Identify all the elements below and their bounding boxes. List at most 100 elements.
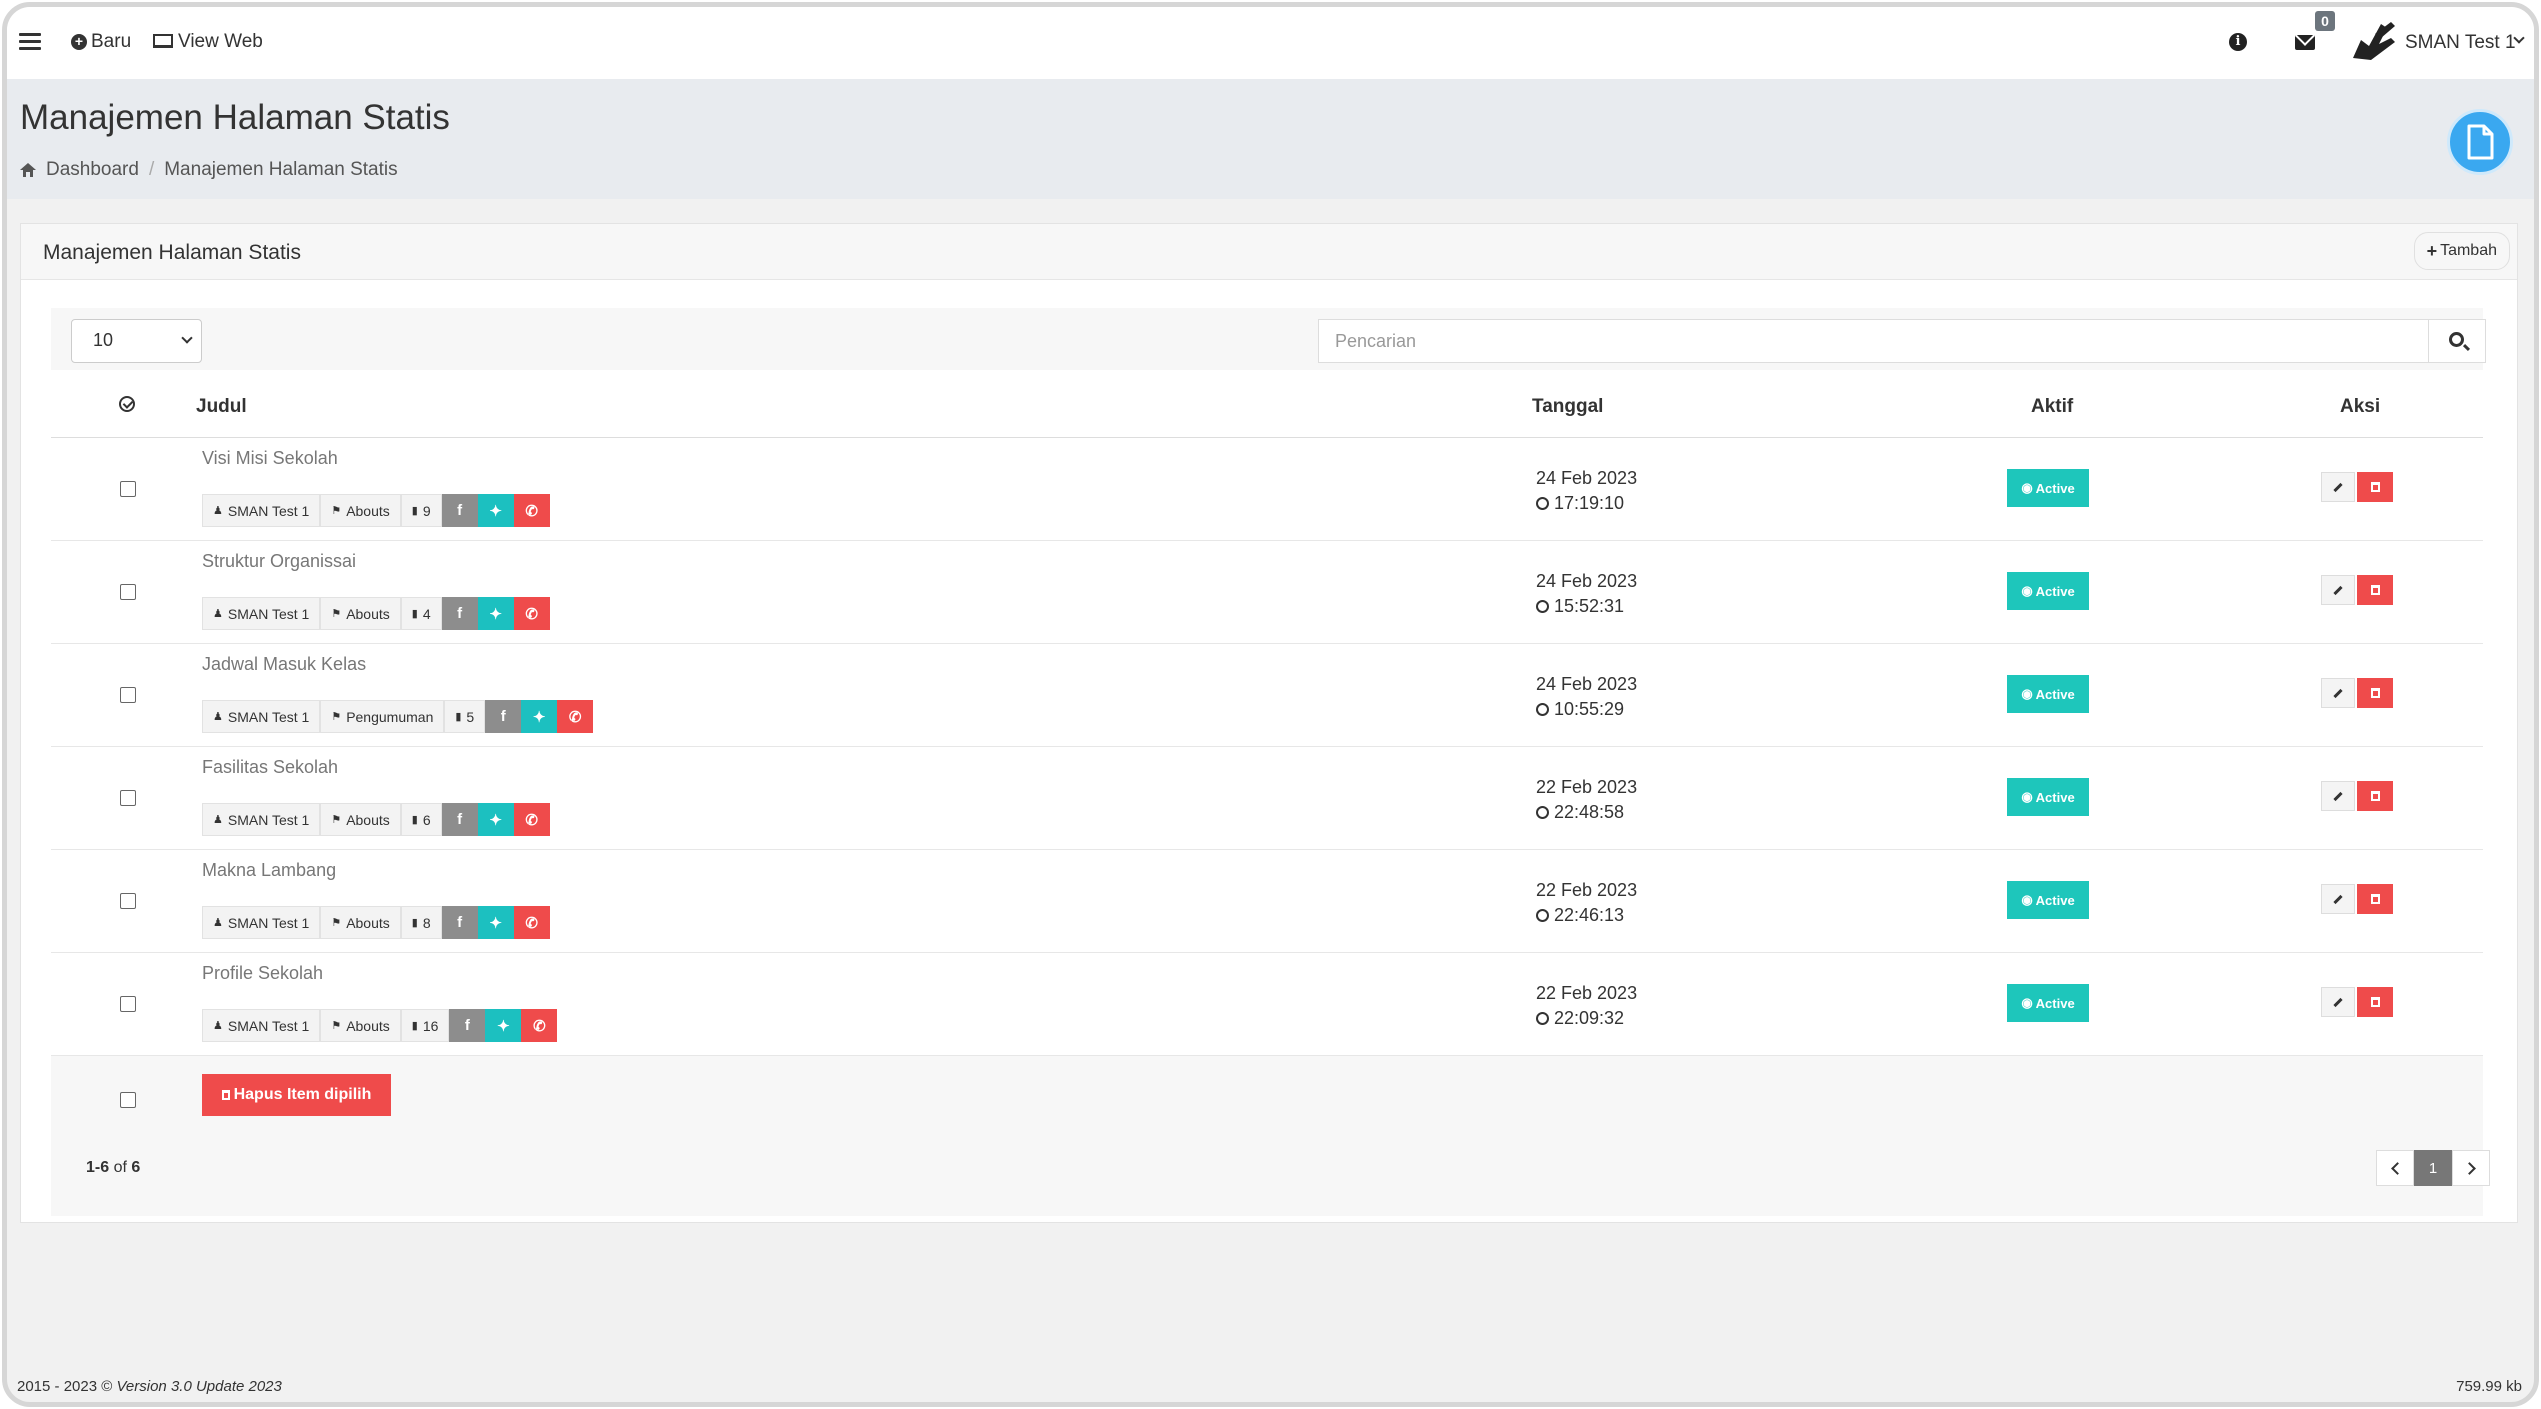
row-checkbox[interactable] bbox=[120, 790, 136, 806]
delete-button[interactable] bbox=[2357, 781, 2393, 811]
row-checkbox[interactable] bbox=[120, 687, 136, 703]
facebook-share-icon[interactable]: f bbox=[485, 700, 522, 733]
whatsapp-share-icon[interactable]: ✆ bbox=[513, 803, 550, 836]
page-title-link[interactable]: Struktur Organissai bbox=[202, 551, 356, 572]
user-name[interactable]: SMAN Test 1 bbox=[2405, 32, 2516, 54]
range-total: 6 bbox=[131, 1159, 141, 1176]
edit-button[interactable] bbox=[2321, 678, 2355, 708]
info-icon[interactable]: i bbox=[2229, 33, 2247, 51]
column-header-title[interactable]: Judul bbox=[196, 396, 247, 418]
whatsapp-share-icon[interactable]: ✆ bbox=[513, 906, 550, 939]
search-button[interactable] bbox=[2428, 319, 2486, 363]
edit-button[interactable] bbox=[2321, 575, 2355, 605]
facebook-share-icon[interactable]: f bbox=[441, 597, 478, 630]
row-checkbox[interactable] bbox=[120, 996, 136, 1012]
document-icon[interactable] bbox=[2447, 109, 2513, 175]
page-title-link[interactable]: Fasilitas Sekolah bbox=[202, 757, 338, 778]
twitter-share-icon[interactable]: ✦ bbox=[521, 700, 558, 733]
twitter-share-icon[interactable]: ✦ bbox=[477, 803, 514, 836]
time-wrap: 22:46:13 bbox=[1536, 903, 1637, 928]
page-title-link[interactable]: Visi Misi Sekolah bbox=[202, 448, 338, 469]
breadcrumb-current: Manajemen Halaman Statis bbox=[164, 159, 398, 180]
page-button-current[interactable]: 1 bbox=[2414, 1150, 2452, 1186]
whatsapp-share-icon[interactable]: ✆ bbox=[557, 700, 594, 733]
delete-button[interactable] bbox=[2357, 575, 2393, 605]
view-web-label: View Web bbox=[178, 31, 263, 52]
user-avatar[interactable] bbox=[2351, 20, 2397, 62]
row-checkbox[interactable] bbox=[120, 481, 136, 497]
delete-button[interactable] bbox=[2357, 884, 2393, 914]
category-tag: ⚑ Abouts bbox=[320, 494, 401, 527]
pencil-icon bbox=[2333, 585, 2343, 595]
eye-icon: ◉ bbox=[2021, 789, 2033, 804]
page-title-link[interactable]: Profile Sekolah bbox=[202, 963, 323, 984]
static-pages-panel: Manajemen Halaman Statis + Tambah 10 Jud… bbox=[20, 223, 2518, 1223]
category-tag: ⚑ Abouts bbox=[320, 597, 401, 630]
whatsapp-share-icon[interactable]: ✆ bbox=[521, 1009, 558, 1042]
whatsapp-share-icon[interactable]: ✆ bbox=[513, 597, 550, 630]
signal-icon: ▮ bbox=[455, 711, 462, 723]
category-tag: ⚑ Abouts bbox=[320, 1009, 401, 1042]
trash-icon bbox=[2370, 688, 2380, 698]
select-all-checkbox[interactable] bbox=[120, 1092, 136, 1108]
facebook-share-icon[interactable]: f bbox=[441, 906, 478, 939]
next-page-button[interactable] bbox=[2452, 1150, 2490, 1186]
active-status-button[interactable]: ◉ Active bbox=[2007, 675, 2089, 713]
signal-icon: ▮ bbox=[411, 814, 418, 826]
page-title-link[interactable]: Makna Lambang bbox=[202, 860, 336, 881]
column-header-date[interactable]: Tanggal bbox=[1532, 396, 1603, 418]
active-status-button[interactable]: ◉ Active bbox=[2007, 572, 2089, 610]
delete-button[interactable] bbox=[2357, 987, 2393, 1017]
author-name: SMAN Test 1 bbox=[227, 1017, 310, 1034]
author-tag: ♟ SMAN Test 1 bbox=[202, 906, 321, 939]
views-tag: ▮ 16 bbox=[400, 1009, 450, 1042]
time-text: 22:48:58 bbox=[1554, 802, 1625, 822]
mail-icon[interactable] bbox=[2295, 35, 2315, 50]
check-all-icon[interactable] bbox=[119, 396, 135, 412]
twitter-share-icon[interactable]: ✦ bbox=[477, 906, 514, 939]
row-checkbox[interactable] bbox=[120, 893, 136, 909]
category-name: Abouts bbox=[346, 914, 390, 931]
row-meta: ♟ SMAN Test 1 ⚑ Abouts ▮ 4 f ✦ ✆ bbox=[202, 597, 550, 630]
menu-toggle-icon[interactable] bbox=[19, 33, 41, 53]
table-row: Struktur Organissai ♟ SMAN Test 1 ⚑ Abouts ▮ 4… bbox=[51, 541, 2483, 644]
add-button[interactable]: + Tambah bbox=[2413, 232, 2510, 270]
active-status-button[interactable]: ◉ Active bbox=[2007, 881, 2089, 919]
category-name: Abouts bbox=[346, 502, 390, 519]
twitter-share-icon[interactable]: ✦ bbox=[485, 1009, 522, 1042]
twitter-share-icon[interactable]: ✦ bbox=[477, 597, 514, 630]
facebook-share-icon[interactable]: f bbox=[441, 494, 478, 527]
views-tag: ▮ 9 bbox=[400, 494, 442, 527]
breadcrumb-dashboard[interactable]: Dashboard bbox=[46, 159, 139, 181]
view-web-button[interactable]: View Web bbox=[153, 31, 263, 53]
row-checkbox[interactable] bbox=[120, 584, 136, 600]
active-status-button[interactable]: ◉ Active bbox=[2007, 778, 2089, 816]
page-size-select[interactable]: 10 bbox=[71, 319, 202, 363]
copyright-years: 2015 - 2023 © bbox=[17, 1378, 113, 1395]
edit-button[interactable] bbox=[2321, 781, 2355, 811]
status-label: Active bbox=[2035, 892, 2075, 908]
active-status-button[interactable]: ◉ Active bbox=[2007, 984, 2089, 1022]
row-date: 22 Feb 2023 22:48:58 bbox=[1536, 775, 1637, 825]
panel-heading: Manajemen Halaman Statis + Tambah bbox=[21, 224, 2517, 280]
page-title-link[interactable]: Jadwal Masuk Kelas bbox=[202, 654, 366, 675]
new-button[interactable]: + Baru bbox=[71, 31, 131, 53]
views-tag: ▮ 6 bbox=[400, 803, 442, 836]
facebook-share-icon[interactable]: f bbox=[449, 1009, 486, 1042]
whatsapp-share-icon[interactable]: ✆ bbox=[513, 494, 550, 527]
author-name: SMAN Test 1 bbox=[227, 502, 310, 519]
column-header-active[interactable]: Aktif bbox=[2031, 396, 2073, 418]
delete-button[interactable] bbox=[2357, 472, 2393, 502]
twitter-share-icon[interactable]: ✦ bbox=[477, 494, 514, 527]
new-label: Baru bbox=[91, 31, 132, 52]
delete-selected-button[interactable]: Hapus Item dipilih bbox=[202, 1074, 391, 1116]
edit-button[interactable] bbox=[2321, 987, 2355, 1017]
prev-page-button[interactable] bbox=[2376, 1150, 2414, 1186]
facebook-share-icon[interactable]: f bbox=[441, 803, 478, 836]
delete-button[interactable] bbox=[2357, 678, 2393, 708]
active-status-button[interactable]: ◉ Active bbox=[2007, 469, 2089, 507]
clock-icon bbox=[1536, 1012, 1549, 1025]
edit-button[interactable] bbox=[2321, 884, 2355, 914]
search-input[interactable] bbox=[1318, 319, 2428, 363]
edit-button[interactable] bbox=[2321, 472, 2355, 502]
